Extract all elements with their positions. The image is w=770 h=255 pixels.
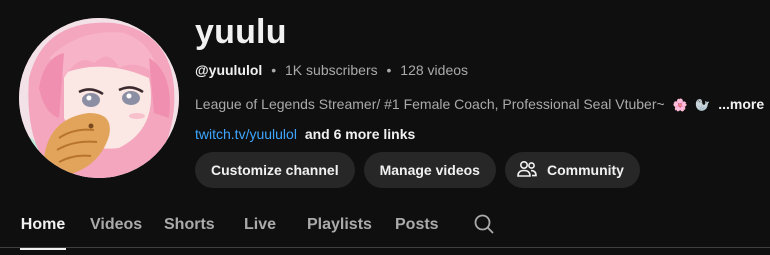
search-icon[interactable] (472, 212, 496, 236)
channel-avatar[interactable] (19, 18, 179, 178)
subscriber-count: 1K subscribers (285, 62, 378, 78)
people-icon (515, 157, 539, 184)
flower-emoji-icon: 🌸 (672, 98, 688, 112)
channel-actions: Customize channel Manage videos Communit… (195, 152, 640, 188)
tab-shorts[interactable]: Shorts (164, 204, 215, 248)
separator-dot: • (271, 62, 277, 78)
customize-channel-label: Customize channel (211, 162, 339, 178)
channel-meta: @yuululol • 1K subscribers • 128 videos (195, 60, 765, 80)
tab-videos[interactable]: Videos (90, 204, 142, 248)
description-more-link[interactable]: ...more (718, 96, 764, 112)
tab-posts[interactable]: Posts (395, 204, 439, 248)
channel-tabs: Home Videos Shorts Live Playlists Posts (0, 204, 770, 250)
manage-videos-button[interactable]: Manage videos (363, 152, 496, 188)
video-count: 128 videos (400, 62, 469, 78)
tab-playlists[interactable]: Playlists (307, 204, 372, 248)
more-links-button[interactable]: and 6 more links (305, 126, 415, 142)
twitch-link[interactable]: twitch.tv/yuululol (195, 126, 297, 142)
separator-dot: • (386, 62, 392, 78)
channel-name: yuulu (195, 13, 287, 51)
customize-channel-button[interactable]: Customize channel (195, 152, 355, 188)
avatar-illustration (19, 18, 179, 178)
community-button[interactable]: Community (504, 152, 640, 188)
channel-handle: @yuululol (195, 62, 263, 78)
tabs-divider (0, 247, 770, 248)
description-text: League of Legends Streamer/ #1 Female Co… (195, 96, 665, 112)
seal-emoji-icon: 🦭 (695, 98, 711, 112)
channel-links: twitch.tv/yuululol and 6 more links (195, 124, 765, 144)
channel-description[interactable]: League of Legends Streamer/ #1 Female Co… (195, 94, 765, 115)
tab-home[interactable]: Home (20, 204, 66, 250)
community-label: Community (546, 162, 624, 178)
tab-live[interactable]: Live (244, 204, 276, 248)
manage-videos-label: Manage videos (379, 162, 480, 178)
channel-info: yuulu @yuululol • 1K subscribers • 128 v… (195, 10, 765, 144)
